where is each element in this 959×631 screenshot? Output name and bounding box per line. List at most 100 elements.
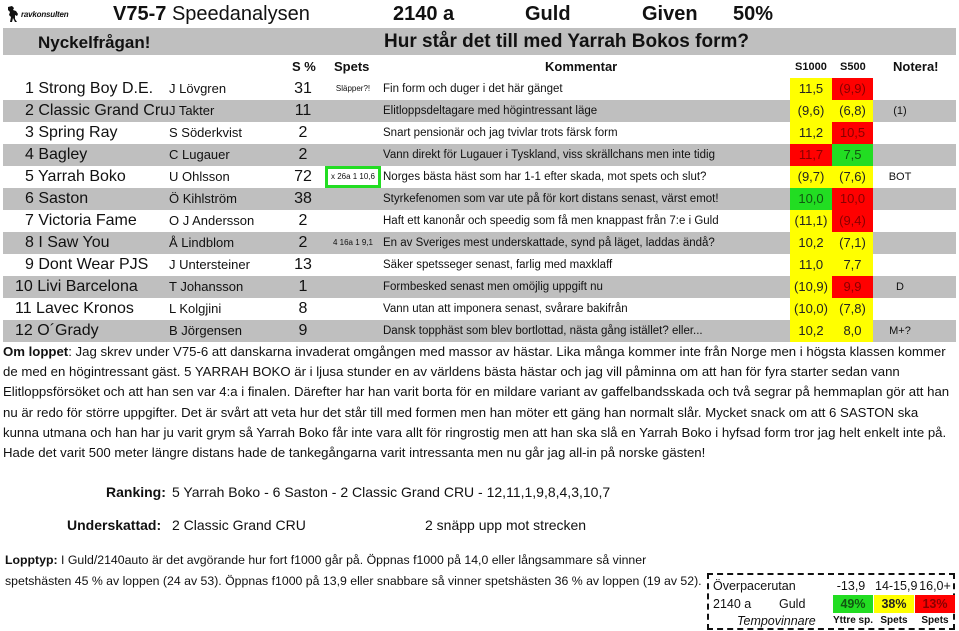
spets-info — [325, 188, 381, 210]
tempo-title: Överpacerutan — [713, 579, 796, 593]
s1000-value: (10,0) — [790, 298, 832, 320]
about-race: Om loppet: Jag skrev under V75-6 att dan… — [3, 342, 955, 463]
driver-name: Å Lindblom — [169, 235, 235, 250]
start-percent: 2 — [298, 146, 308, 163]
driver-name: S Söderkvist — [169, 125, 242, 140]
col-header-comment: Kommentar — [545, 59, 618, 74]
race-type-text: I Guld/2140auto är det avgörande hur for… — [5, 553, 702, 588]
s500-value: (9,9) — [832, 78, 873, 100]
spets-info — [325, 144, 381, 166]
horse-name: 12 O´Grady — [15, 322, 99, 339]
start-percent: 13 — [294, 256, 312, 273]
spets-info: 4 16a 1 9,1 — [332, 238, 374, 247]
s500-value: (7,8) — [832, 298, 873, 320]
s1000-value: 11,5 — [790, 78, 832, 100]
note — [875, 254, 925, 276]
race-distance: 2140 a — [393, 3, 455, 25]
horse-name: 10 Livi Barcelona — [15, 278, 138, 295]
table-row: 5 Yarrah Boko U Ohlsson 72 x 26a 1 10,6 Norg… — [3, 166, 956, 188]
horse-name: 1 Strong Boy D.E. — [25, 80, 154, 97]
table-row: 9 Dont Wear PJS J Untersteiner 13 Säker spe… — [3, 254, 956, 276]
logo-text: ravkonsulten — [21, 9, 69, 19]
comment: Vann direkt för Lugauer i Tyskland, viss… — [383, 149, 715, 161]
title-text: Speedanalysen — [171, 3, 310, 25]
spets-info: x 26a 1 10,6 — [325, 166, 381, 188]
given-label: Given — [642, 3, 698, 25]
s500-value: (9,4) — [832, 210, 873, 232]
col-header-s500: S500 — [840, 61, 866, 73]
horse-name: 4 Bagley — [25, 146, 88, 163]
s500-value: (7,1) — [832, 232, 873, 254]
spets-info — [325, 210, 381, 232]
horse-name: 3 Spring Ray — [25, 124, 118, 141]
horse-name: 2 Classic Grand Cru — [25, 102, 170, 119]
tempo-pct-1: 49% — [833, 595, 873, 613]
s500-value: 10,0 — [832, 188, 873, 210]
spets-info — [325, 122, 381, 144]
note: (1) — [893, 105, 907, 117]
horse-name: 6 Saston — [25, 190, 89, 207]
driver-name: B Jörgensen — [169, 323, 242, 338]
race-code: V75-7 — [113, 3, 167, 25]
table-row: 12 O´Grady B Jörgensen 9 Dansk topphäst som… — [3, 320, 956, 342]
comment: Haft ett kanonår och speedig som få men … — [383, 215, 719, 227]
horse-name: 7 Victoria Fame — [25, 212, 137, 229]
driver-name: Ö Kihlström — [169, 191, 237, 206]
note — [875, 122, 925, 144]
tempo-box: Överpacerutan -13,9 14-15,9 16,0+ 2140 a… — [707, 573, 955, 630]
spets-info — [325, 320, 381, 342]
s1000-value: (9,7) — [790, 166, 832, 188]
page-title: V75-7 Speedanalysen — [113, 3, 310, 26]
s500-value: 8,0 — [832, 320, 873, 342]
comment: Vann utan att imponera senast, svårare b… — [383, 303, 628, 315]
note — [875, 188, 925, 210]
driver-name: J Untersteiner — [169, 257, 250, 272]
driver-name: T Johansson — [169, 279, 244, 294]
note: BOT — [888, 171, 912, 183]
comment: Norges bästa häst som har 1-1 efter skad… — [383, 171, 707, 183]
about-text: : Jag skrev under V75-6 att danskarna in… — [3, 344, 950, 461]
tempo-winner-2: Spets — [880, 615, 908, 626]
horse-icon — [8, 6, 18, 22]
underrated-value: 2 Classic Grand CRU — [172, 517, 306, 533]
given-percent: 50% — [733, 3, 774, 25]
note — [875, 210, 925, 232]
comment: En av Sveriges mest underskattade, synd … — [383, 237, 715, 249]
s500-value: (6,8) — [832, 100, 873, 122]
table-row: 3 Spring Ray S Söderkvist 2 Snart pensionär… — [3, 122, 956, 144]
spets-info — [325, 100, 381, 122]
underrated-note: 2 snäpp upp mot strecken — [425, 517, 587, 533]
comment: Elitloppsdeltagare med högintressant läg… — [383, 105, 598, 117]
tempo-range-3: 16,0+ — [919, 579, 951, 593]
s1000-value: (11,1) — [790, 210, 832, 232]
s500-value: 7,5 — [832, 144, 873, 166]
spets-info — [325, 276, 381, 298]
tempo-range-1: -13,9 — [836, 579, 866, 593]
driver-name: O J Andersson — [169, 213, 255, 228]
comment: Säker spetsseger senast, farlig med maxk… — [383, 259, 613, 271]
s500-value: (7,6) — [832, 166, 873, 188]
start-percent: 72 — [294, 168, 312, 185]
tempo-subtitle: Tempovinnare — [737, 614, 816, 628]
start-percent: 31 — [294, 80, 312, 97]
comment: Styrkefenomen som var ute på för kort di… — [383, 193, 719, 205]
table-row: 8 I Saw You Å Lindblom 2 4 16a 1 9,1 En av S… — [3, 232, 956, 254]
tempo-distance: 2140 a — [713, 597, 752, 611]
key-question-label: Nyckelfrågan! — [38, 33, 151, 52]
tempo-race-class: Guld — [779, 597, 806, 611]
logo: ravkonsulten — [6, 3, 82, 25]
s500-value: 7,7 — [832, 254, 873, 276]
start-percent: 8 — [298, 300, 308, 317]
start-percent: 2 — [298, 234, 308, 251]
about-label: Om loppet — [3, 344, 69, 359]
horse-name: 11 Lavec Kronos — [15, 300, 134, 317]
col-header-s1000: S1000 — [795, 61, 827, 73]
table-row: 6 Saston Ö Kihlström 38 Styrkefenomen som v… — [3, 188, 956, 210]
tempo-pct-2: 38% — [874, 595, 914, 613]
comment: Formbesked senast men omöjlig uppgift nu — [383, 281, 603, 293]
tempo-winner-1: Yttre sp. — [833, 615, 874, 626]
horse-name: 5 Yarrah Boko — [25, 168, 126, 185]
note: D — [896, 281, 904, 293]
horse-name: 9 Dont Wear PJS — [25, 256, 149, 273]
tempo-winner-3: Spets — [921, 615, 949, 626]
